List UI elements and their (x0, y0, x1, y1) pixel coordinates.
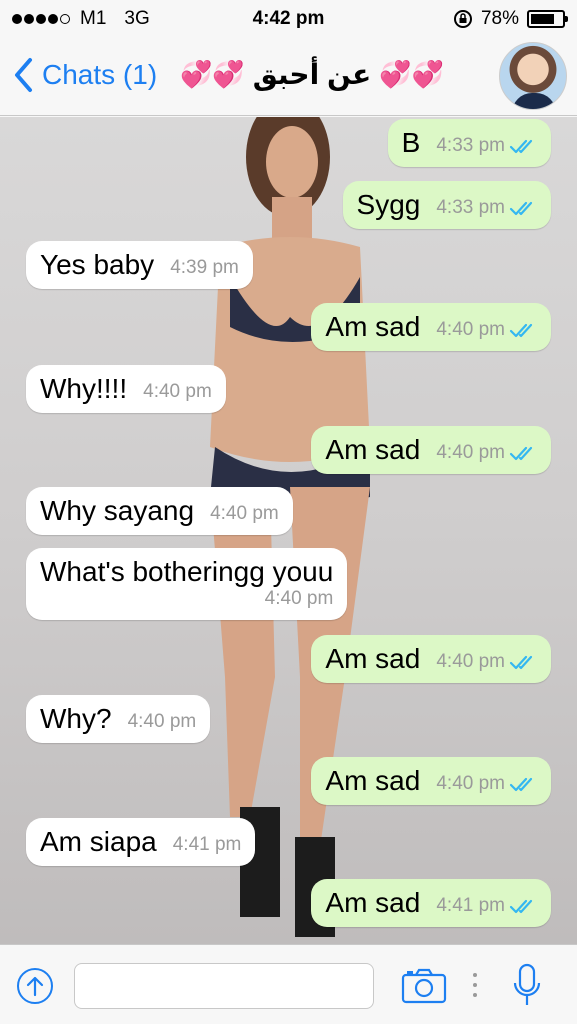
rotation-lock-icon (453, 10, 472, 28)
message-time: 4:33 pm (436, 197, 505, 218)
message-input-bar (0, 944, 577, 1024)
double-check-icon (509, 446, 533, 461)
message-time: 4:40 pm (436, 651, 505, 672)
message-text: Am sad (325, 643, 421, 674)
outgoing-message[interactable]: Am sad 4:40 pm (311, 757, 551, 805)
message-meta: 4:40 pm (436, 651, 537, 675)
message-time: 4:40 pm (127, 711, 197, 732)
battery-percent: 78% (480, 8, 519, 29)
message-text: Why sayang (40, 495, 195, 526)
incoming-message[interactable]: Yes baby 4:39 pm (26, 241, 253, 289)
message-time: 4:40 pm (143, 381, 212, 402)
message-time: 4:40 pm (436, 319, 505, 340)
outgoing-message[interactable]: B 4:33 pm (387, 119, 551, 167)
message-meta: 4:40 pm (436, 773, 537, 797)
message-time: 4:40 pm (436, 442, 505, 463)
share-up-icon[interactable] (16, 967, 54, 1005)
battery-fill (531, 14, 555, 24)
double-check-icon (509, 323, 533, 338)
message-meta: 4:40 pm (436, 319, 537, 343)
outgoing-message[interactable]: Am sad 4:40 pm (311, 426, 551, 474)
message-meta: 4:40 pm (436, 442, 537, 466)
message-time: 4:41 pm (436, 895, 505, 916)
message-time: 4:40 pm (264, 588, 334, 609)
incoming-message[interactable]: Am siapa 4:41 pm (26, 818, 256, 866)
status-bar: M1 3G 4:42 pm 78% (0, 0, 577, 38)
message-text: Am sad (325, 434, 421, 465)
heart-emoji-right: 💞💞 (379, 59, 445, 89)
more-dots-icon (473, 973, 477, 997)
message-text: Am sad (325, 765, 421, 796)
message-time: 4:40 pm (436, 773, 505, 794)
message-meta: 4:40 pm (265, 588, 334, 612)
incoming-message[interactable]: Why? 4:40 pm (26, 695, 211, 743)
message-text: Why? (40, 703, 112, 734)
double-check-icon (509, 201, 533, 216)
message-meta: 4:41 pm (173, 834, 242, 858)
message-meta: 4:40 pm (210, 503, 279, 527)
message-text: Am siapa (40, 826, 157, 857)
message-meta: 4:33 pm (436, 135, 537, 159)
chat-header: Chats (1) 💞💞 عن أحبق 💞💞 (0, 38, 577, 116)
contact-name[interactable]: 💞💞 عن أحبق 💞💞 (180, 58, 444, 91)
chat-message-list[interactable]: B 4:33 pm Sygg 4:33 pm Yes baby 4:39 pm Am sad… (0, 117, 577, 944)
message-meta: 4:40 pm (128, 711, 197, 735)
camera-icon[interactable] (400, 967, 448, 1005)
microphone-icon[interactable] (512, 963, 542, 1009)
outgoing-message[interactable]: Am sad 4:40 pm (311, 635, 551, 683)
outgoing-message[interactable]: Am sad 4:40 pm (311, 303, 551, 351)
incoming-message[interactable]: Why!!!! 4:40 pm (26, 365, 226, 413)
message-text: Yes baby (40, 249, 155, 280)
back-label: Chats (1) (42, 59, 158, 90)
double-check-icon (509, 899, 533, 914)
message-time: 4:40 pm (210, 503, 279, 524)
outgoing-message[interactable]: Sygg 4:33 pm (342, 181, 551, 229)
status-right: 78% (453, 8, 568, 30)
message-input[interactable] (74, 963, 374, 1009)
double-check-icon (509, 655, 533, 670)
double-check-icon (509, 777, 533, 792)
heart-emoji-left: 💞💞 (180, 59, 245, 89)
incoming-message[interactable]: Why sayang 4:40 pm (26, 487, 293, 535)
message-text: Why!!!! (40, 373, 128, 404)
contact-name-text: عن أحبق (252, 59, 372, 90)
message-meta: 4:33 pm (436, 197, 537, 221)
outgoing-message[interactable]: Am sad 4:41 pm (311, 879, 551, 927)
message-meta: 4:41 pm (436, 895, 537, 919)
chevron-left-icon (15, 58, 32, 92)
message-text: B (401, 127, 421, 158)
message-time: 4:39 pm (170, 257, 239, 278)
incoming-message[interactable]: What's botheringg youu 4:40 pm (26, 548, 348, 620)
back-to-chats-button[interactable]: Chats (1) (12, 56, 157, 94)
message-meta: 4:39 pm (170, 257, 239, 281)
message-meta: 4:40 pm (143, 381, 212, 405)
message-time: 4:41 pm (172, 834, 242, 855)
message-time: 4:33 pm (436, 135, 505, 156)
message-text: What's botheringg youu (40, 556, 334, 587)
message-text: Am sad (325, 311, 421, 342)
message-text: Am sad (325, 887, 421, 918)
battery-icon (527, 10, 568, 28)
contact-avatar[interactable] (499, 42, 567, 110)
double-check-icon (509, 139, 533, 154)
message-text: Sygg (356, 189, 421, 220)
